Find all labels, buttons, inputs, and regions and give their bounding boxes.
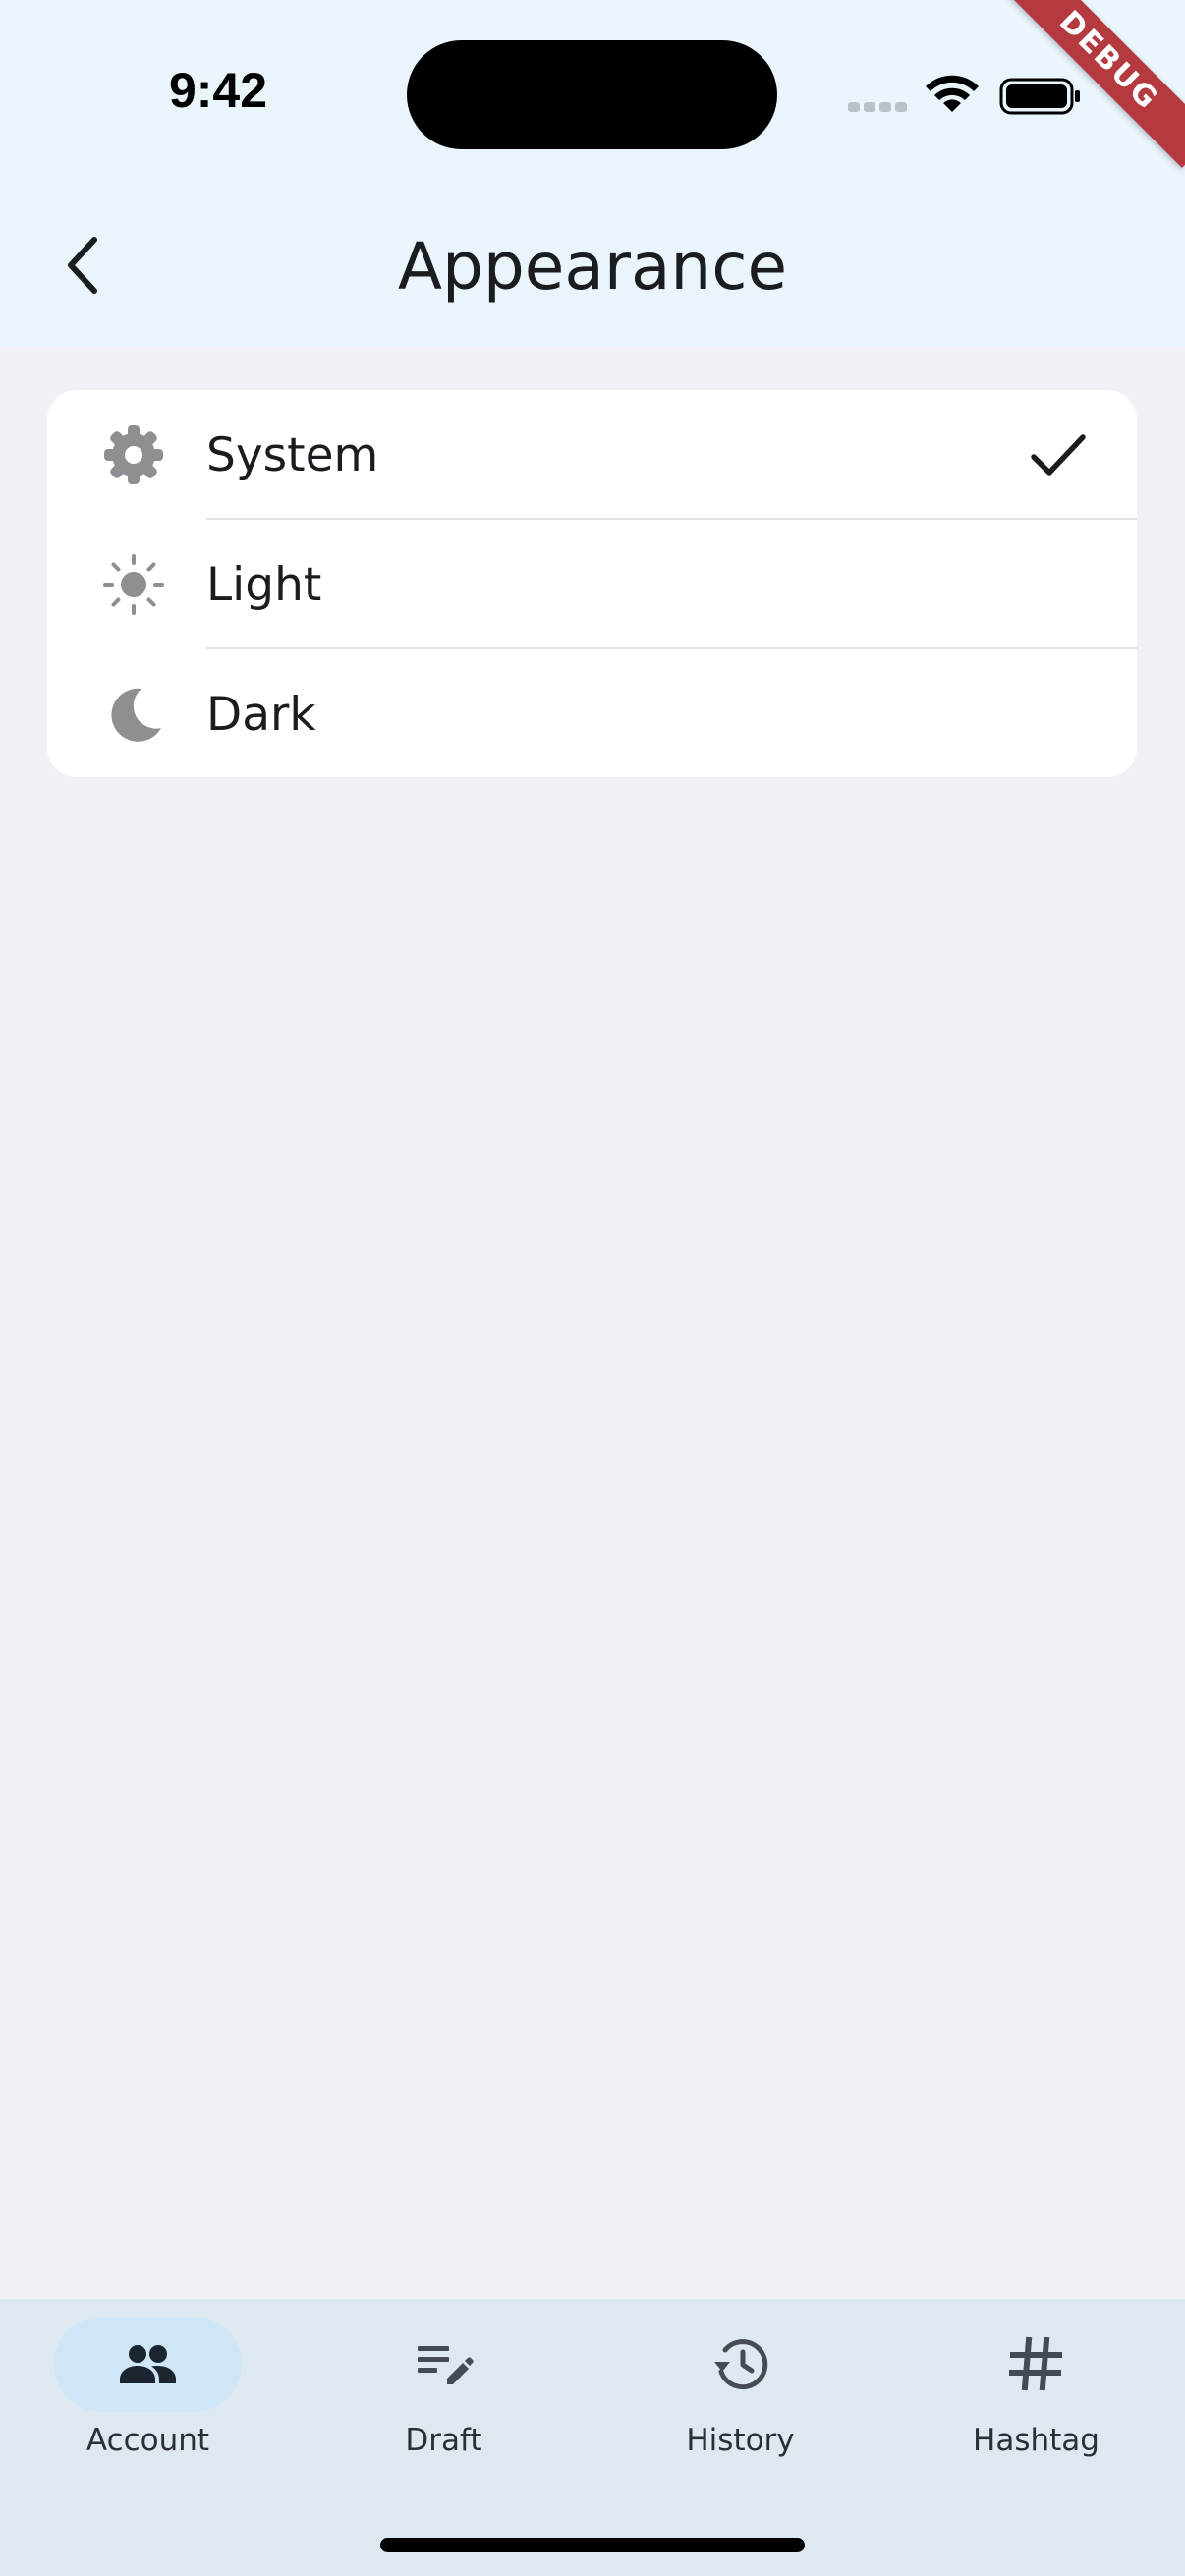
home-indicator: [380, 2538, 805, 2552]
hashtag-icon: [1009, 2336, 1062, 2391]
nav-label: History: [686, 2423, 795, 2458]
cell-signal-icon: [848, 102, 907, 112]
option-light[interactable]: Light: [47, 520, 1137, 649]
option-system[interactable]: System: [47, 390, 1137, 520]
moon-icon: [111, 688, 161, 742]
nav-item-history[interactable]: History: [592, 2299, 888, 2515]
status-time: 9:42: [168, 63, 268, 118]
back-button[interactable]: [45, 216, 120, 314]
nav-label: Hashtag: [973, 2423, 1100, 2458]
sun-icon: [103, 554, 164, 615]
dynamic-island: [407, 40, 777, 149]
nav-label: Draft: [405, 2423, 482, 2458]
nav-item-hashtag[interactable]: Hashtag: [888, 2299, 1184, 2515]
gear-icon: [104, 425, 163, 484]
option-label: Dark: [206, 688, 316, 742]
history-icon: [714, 2339, 768, 2390]
edit-note-icon: [418, 2346, 474, 2384]
chevron-left-icon: [68, 237, 97, 294]
wifi-icon: [926, 75, 979, 112]
nav-item-account[interactable]: Account: [0, 2299, 296, 2515]
battery-icon: [999, 78, 1080, 115]
bottom-navigation-bar: Account Draft History Hashtag: [0, 2299, 1185, 2576]
nav-item-draft[interactable]: Draft: [296, 2299, 592, 2515]
people-icon: [120, 2345, 176, 2383]
option-label: System: [206, 428, 379, 482]
page-title: Appearance: [397, 229, 788, 305]
appearance-options-card: System Light Dark: [47, 390, 1137, 777]
option-dark[interactable]: Dark: [47, 649, 1137, 777]
checkmark-icon: [1031, 434, 1086, 476]
nav-label: Account: [85, 2423, 210, 2458]
top-app-area: 9:42 DEBUG Appearance: [0, 0, 1185, 347]
option-label: Light: [206, 558, 322, 612]
